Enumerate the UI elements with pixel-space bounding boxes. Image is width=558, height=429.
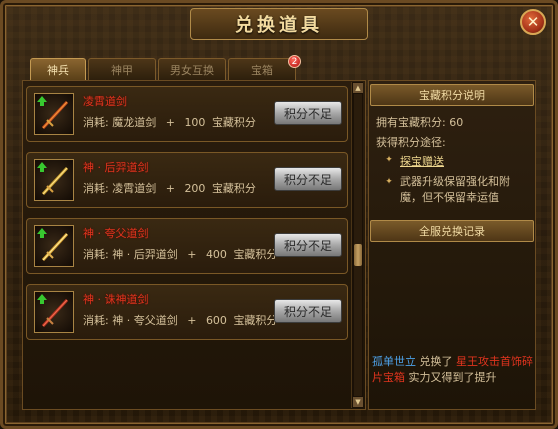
window-title: 兑换道具 bbox=[235, 15, 323, 36]
redeem-button[interactable]: 积分不足 bbox=[274, 167, 342, 191]
item-card: 神 · 后羿道剑 消耗: 凌霄道剑 + 200 宝藏积分 积分不足 bbox=[26, 152, 348, 208]
notification-badge: 2 bbox=[288, 55, 301, 68]
redeem-button[interactable]: 积分不足 bbox=[274, 101, 342, 125]
cost-item: 凌霄道剑 bbox=[112, 182, 157, 195]
points-info-header: 宝藏积分说明 bbox=[370, 84, 534, 106]
redeem-button[interactable]: 积分不足 bbox=[274, 233, 342, 257]
tab-treasure-box[interactable]: 宝箱 bbox=[228, 58, 296, 80]
log-user-name[interactable]: 孤单世立 bbox=[372, 355, 416, 368]
log-entry: 孤单世立 兑换了 星王攻击首饰碎片宝箱 实力又得到了提升 bbox=[372, 354, 538, 386]
tab-label: 神兵 bbox=[47, 63, 69, 77]
list-scrollbar[interactable]: ▲ ▼ bbox=[351, 82, 363, 408]
item-cost: 消耗: 凌霄道剑 + 200 宝藏积分 bbox=[83, 180, 256, 196]
cost-points: 200 bbox=[184, 182, 206, 195]
cost-points-unit: 宝藏积分 bbox=[211, 182, 256, 195]
item-card: 神 · 诛神道剑 消耗: 神 · 夸父道剑 + 600 宝藏积分 积分不足 bbox=[26, 284, 348, 340]
cost-points-unit: 宝藏积分 bbox=[233, 314, 278, 327]
scroll-thumb[interactable] bbox=[354, 244, 362, 266]
sword-icon[interactable] bbox=[34, 225, 74, 267]
upgrade-arrow-icon bbox=[37, 96, 47, 106]
cost-prefix: 消耗: bbox=[83, 116, 109, 129]
owned-points-label: 拥有宝藏积分: 60 bbox=[376, 116, 464, 129]
cost-prefix: 消耗: bbox=[83, 314, 109, 327]
cost-prefix: 消耗: bbox=[83, 182, 109, 195]
tab-label: 宝箱 bbox=[251, 63, 273, 77]
tab-label: 男女互换 bbox=[170, 63, 214, 77]
close-icon: ✕ bbox=[526, 13, 540, 31]
item-cost: 消耗: 神 · 后羿道剑 + 400 宝藏积分 bbox=[83, 246, 277, 262]
tab-label: 神甲 bbox=[111, 63, 133, 77]
tab-shenjia[interactable]: 神甲 bbox=[88, 58, 156, 80]
cost-points: 400 bbox=[205, 248, 227, 261]
cost-plus: + bbox=[187, 248, 197, 261]
title-bar: 兑换道具 bbox=[190, 8, 368, 40]
bullet-star-icon: ✦ bbox=[385, 177, 393, 187]
item-cost: 消耗: 魔龙道剑 + 100 宝藏积分 bbox=[83, 114, 256, 130]
item-name: 凌霄道剑 bbox=[83, 95, 127, 108]
upgrade-note: 武器升级保留强化和附魔，但不保留幸运值 bbox=[400, 175, 510, 204]
upgrade-arrow-icon bbox=[37, 294, 47, 304]
sword-icon[interactable] bbox=[34, 93, 74, 135]
item-name: 神 · 诛神道剑 bbox=[83, 293, 149, 306]
cost-points: 100 bbox=[184, 116, 206, 129]
scroll-down-arrow-icon[interactable]: ▼ bbox=[353, 397, 363, 407]
upgrade-arrow-icon bbox=[37, 228, 47, 238]
cost-points-unit: 宝藏积分 bbox=[233, 248, 278, 261]
close-button[interactable]: ✕ bbox=[520, 9, 546, 35]
item-card: 神 · 夸父道剑 消耗: 神 · 后羿道剑 + 400 宝藏积分 积分不足 bbox=[26, 218, 348, 274]
server-log-header: 全服兑换记录 bbox=[370, 220, 534, 242]
sword-icon[interactable] bbox=[34, 291, 74, 333]
item-name: 神 · 后羿道剑 bbox=[83, 161, 149, 174]
item-card: 凌霄道剑 消耗: 魔龙道剑 + 100 宝藏积分 积分不足 bbox=[26, 86, 348, 142]
upgrade-arrow-icon bbox=[37, 162, 47, 172]
log-tail-text: 实力又得到了提升 bbox=[408, 371, 497, 384]
cost-points: 600 bbox=[205, 314, 227, 327]
tab-shenbing[interactable]: 神兵 bbox=[30, 58, 86, 80]
tab-bar: 神兵 神甲 男女互换 宝箱 bbox=[30, 58, 298, 80]
cost-prefix: 消耗: bbox=[83, 248, 109, 261]
scroll-track[interactable] bbox=[354, 94, 362, 396]
log-action-text: 兑换了 bbox=[419, 355, 453, 368]
cost-item: 神 · 夸父道剑 bbox=[112, 314, 178, 327]
item-cost: 消耗: 神 · 夸父道剑 + 600 宝藏积分 bbox=[83, 312, 277, 328]
treasure-gift-link[interactable]: 探宝赠送 bbox=[400, 153, 444, 169]
sword-icon[interactable] bbox=[34, 159, 74, 201]
cost-plus: + bbox=[187, 314, 197, 327]
cost-item: 魔龙道剑 bbox=[112, 116, 157, 129]
cost-points-unit: 宝藏积分 bbox=[211, 116, 256, 129]
redeem-button[interactable]: 积分不足 bbox=[274, 299, 342, 323]
tab-gender-swap[interactable]: 男女互换 bbox=[158, 58, 226, 80]
cost-plus: + bbox=[165, 182, 175, 195]
cost-item: 神 · 后羿道剑 bbox=[112, 248, 178, 261]
ways-label: 获得积分途径: bbox=[376, 136, 446, 149]
cost-plus: + bbox=[165, 116, 175, 129]
item-name: 神 · 夸父道剑 bbox=[83, 227, 149, 240]
bullet-star-icon: ✦ bbox=[385, 155, 393, 165]
scroll-up-arrow-icon[interactable]: ▲ bbox=[353, 83, 363, 93]
